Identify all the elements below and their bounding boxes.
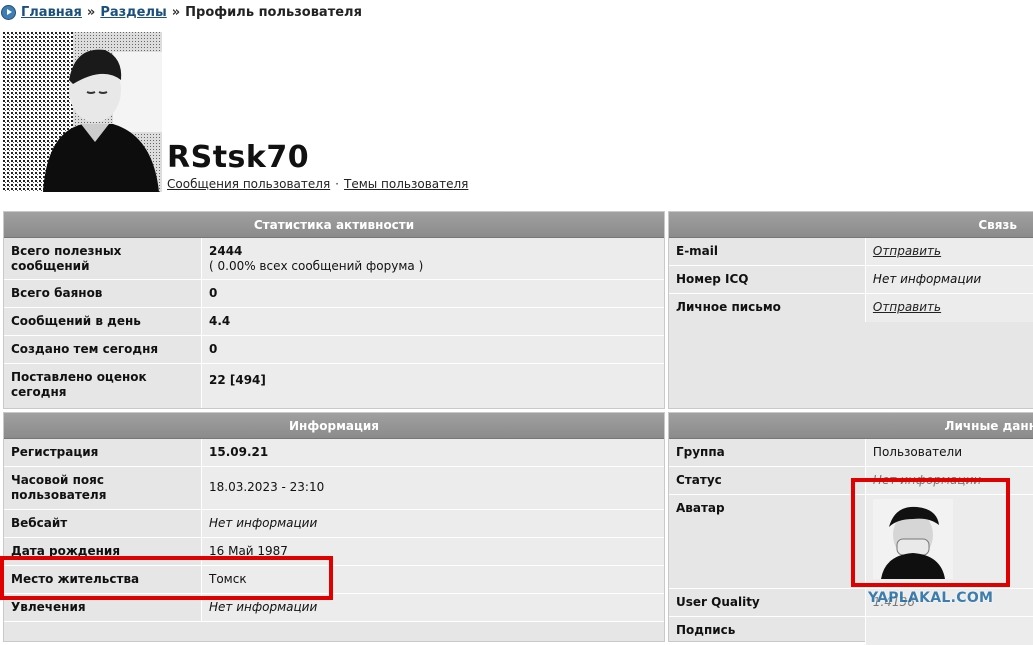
table-row: Регистрация 15.09.21 [4,439,664,467]
table-row: Всего баянов 0 [4,280,664,308]
row-label: Группа [669,439,866,466]
breadcrumb-separator: » [171,4,181,20]
row-label: Личное письмо [669,294,866,322]
row-value: Нет информации [865,467,1033,494]
links-separator: · [335,177,339,191]
row-label: Аватар [669,495,866,588]
row-value: Томск [202,566,664,593]
row-label: Поставлено оценок сегодня [4,364,202,408]
row-value: Нет информации [202,510,664,537]
table-row: Аватар [669,495,1033,589]
row-value: Отправить [865,238,1033,265]
table-row: Номер ICQ Нет информации [669,266,1033,294]
row-value [865,617,1033,645]
table-row: E-mail Отправить [669,238,1033,266]
table-row: Дата рождения 16 Май 1987 [4,538,664,566]
info-panel-title: Информация [4,413,664,439]
row-label: Подпись [669,617,866,645]
posts-percent: ( 0.00% всех сообщений форума ) [209,259,424,273]
row-label: Регистрация [4,439,202,466]
row-value: 16 Май 1987 [202,538,664,565]
stats-panel: Статистика активности Всего полезных соо… [3,211,665,409]
breadcrumb-home-link[interactable]: Главная [21,5,82,20]
row-value: 0 [202,336,664,363]
play-circle-icon [1,4,16,20]
row-value: Пользователи [865,439,1033,466]
table-row: Личное письмо Отправить [669,294,1033,322]
user-topics-link[interactable]: Темы пользователя [344,177,468,191]
table-row: Вебсайт Нет информации [4,510,664,538]
username: RStsk70 [167,140,310,175]
row-value: 22 [494] [202,364,664,408]
table-row: Создано тем сегодня 0 [4,336,664,364]
posts-count: 2444 [209,244,243,258]
table-row: Статус Нет информации [669,467,1033,495]
personal-panel-title: Личные данн [669,413,1033,439]
avatar [872,499,953,579]
row-value: Отправить [865,294,1033,322]
table-row: Место жительства Томск [4,566,664,594]
personal-panel: Личные данн Группа Пользователи Статус Н… [668,412,1033,645]
table-row: Поставлено оценок сегодня 22 [494] [4,364,664,408]
row-label: Всего баянов [4,280,202,307]
info-panel: Информация Регистрация 15.09.21 Часовой … [3,412,665,642]
private-message-link[interactable]: Отправить [873,300,941,314]
row-label: Создано тем сегодня [4,336,202,363]
breadcrumb-sections-link[interactable]: Разделы [100,5,166,20]
table-row: Всего полезных сообщений 2444 ( 0.00% вс… [4,238,664,280]
profile-links: Сообщения пользователя · Темы пользователя [167,177,468,191]
row-value: 4.4 [202,308,664,335]
row-label: Всего полезных сообщений [4,238,202,279]
row-value: 15.09.21 [202,439,664,466]
breadcrumb: Главная » Разделы » Профиль пользователя [0,3,362,21]
breadcrumb-separator: » [86,4,96,20]
email-send-link[interactable]: Отправить [873,244,941,258]
row-label: E-mail [669,238,866,265]
table-row: Подпись [669,617,1033,645]
row-value: 2444 ( 0.00% всех сообщений форума ) [202,238,664,279]
contact-panel-title: Связь [669,212,1033,238]
user-messages-link[interactable]: Сообщения пользователя [167,177,330,191]
row-label: Статус [669,467,866,494]
row-value: 18.03.2023 - 23:10 [202,467,664,509]
breadcrumb-current: Профиль пользователя [185,4,362,20]
profile-photo [3,32,162,192]
row-label: Дата рождения [4,538,202,565]
table-row: Увлечения Нет информации [4,594,664,622]
row-label: Место жительства [4,566,202,593]
row-label: Сообщений в день [4,308,202,335]
contact-panel: Связь E-mail Отправить Номер ICQ Нет инф… [668,211,1033,409]
site-watermark: YAPLAKAL.COM [868,590,994,606]
row-label: Увлечения [4,594,202,621]
row-value: Нет информации [202,594,664,621]
table-row: Группа Пользователи [669,439,1033,467]
stats-panel-title: Статистика активности [4,212,664,238]
row-value: Нет информации [865,266,1033,293]
row-label: Номер ICQ [669,266,866,293]
row-label: User Quality [669,589,866,616]
row-label: Часовой пояс пользователя [4,467,202,509]
table-row: Часовой пояс пользователя 18.03.2023 - 2… [4,467,664,510]
row-value [865,495,1033,588]
table-row: Сообщений в день 4.4 [4,308,664,336]
row-value: 0 [202,280,664,307]
row-label: Вебсайт [4,510,202,537]
